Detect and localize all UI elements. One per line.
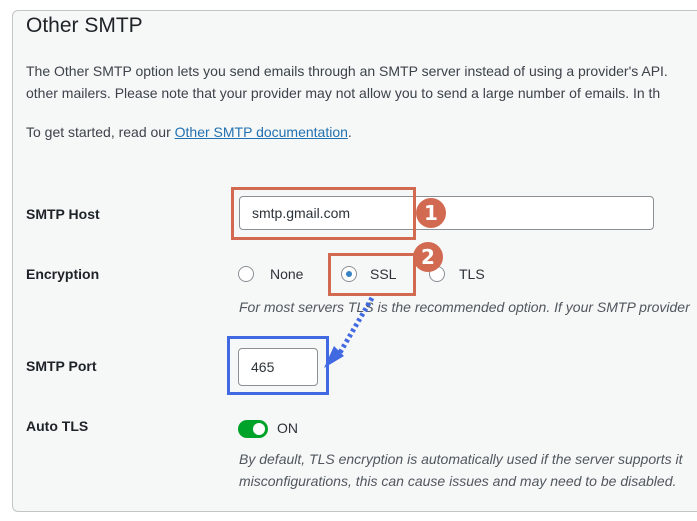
auto-tls-toggle[interactable]	[238, 420, 268, 438]
auto-tls-help-line-2: misconfigurations, this can cause issues…	[239, 473, 677, 489]
step-2-badge: 2	[413, 242, 443, 272]
radio-none-icon[interactable]	[238, 266, 254, 282]
radio-none-label: None	[270, 266, 304, 282]
documentation-link[interactable]: Other SMTP documentation	[175, 124, 348, 140]
get-started-prefix: To get started, read our	[26, 124, 175, 140]
auto-tls-help-text: By default, TLS encryption is automatica…	[239, 448, 683, 492]
ssl-highlight	[328, 253, 416, 296]
auto-tls-help-line-1: By default, TLS encryption is automatica…	[239, 451, 683, 467]
smtp-port-label: SMTP Port	[26, 358, 97, 374]
get-started-text: To get started, read our Other SMTP docu…	[26, 124, 352, 140]
smtp-host-label: SMTP Host	[26, 206, 100, 222]
radio-tls-label: TLS	[459, 266, 485, 282]
description-line-2: other mailers. Please note that your pro…	[26, 85, 661, 101]
section-title: Other SMTP	[26, 14, 143, 37]
description-line-1: The Other SMTP option lets you send emai…	[26, 63, 668, 79]
smtp-port-highlight	[227, 336, 329, 395]
encryption-help-text: For most servers TLS is the recommended …	[239, 299, 690, 315]
get-started-suffix: .	[347, 124, 352, 140]
auto-tls-label: Auto TLS	[26, 418, 89, 434]
encryption-label: Encryption	[26, 266, 100, 282]
section-description: The Other SMTP option lets you send emai…	[26, 60, 668, 104]
step-1-badge: 1	[416, 198, 446, 228]
auto-tls-state: ON	[277, 420, 298, 436]
smtp-host-highlight	[231, 187, 416, 240]
